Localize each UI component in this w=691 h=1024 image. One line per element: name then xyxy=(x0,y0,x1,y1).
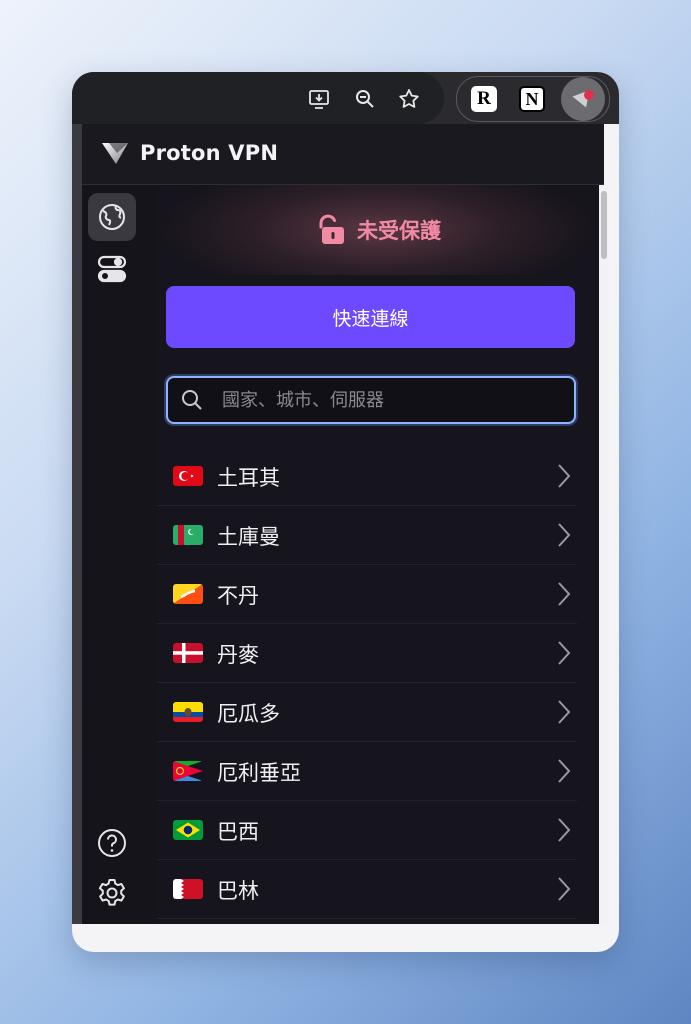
proton-vpn-extension-icon[interactable] xyxy=(561,77,605,121)
country-name: 土耳其 xyxy=(217,466,280,490)
search-icon xyxy=(182,390,202,410)
chevron-right-icon xyxy=(558,464,571,488)
popup-header: Proton VPN xyxy=(82,124,604,185)
connection-status: 未受保護 xyxy=(157,185,597,275)
nav-countries-button[interactable] xyxy=(88,193,136,241)
brand-name: Proton VPN xyxy=(140,141,279,165)
unlocked-lock-icon xyxy=(319,214,344,244)
install-app-icon[interactable] xyxy=(306,86,332,112)
ecuador-flag-icon xyxy=(173,702,203,722)
brazil-flag-icon xyxy=(173,820,203,840)
list-item[interactable]: 不丹 xyxy=(157,565,577,624)
turkmenistan-flag-icon xyxy=(173,525,203,545)
notion-extension-icon[interactable]: N xyxy=(519,86,545,112)
proton-logo-icon xyxy=(102,143,128,164)
brand: Proton VPN xyxy=(100,140,278,166)
country-list: 土耳其 土庫曼 不丹 丹麥 厄瓜多 厄利垂亞 巴西 巴林 xyxy=(157,447,577,919)
country-name: 厄利垂亞 xyxy=(217,761,301,785)
chevron-right-icon xyxy=(558,877,571,901)
gear-icon xyxy=(98,879,125,906)
country-name: 巴西 xyxy=(217,820,259,844)
zoom-out-icon[interactable] xyxy=(352,86,378,112)
toggles-icon xyxy=(97,255,127,283)
status-text: 未受保護 xyxy=(357,219,441,243)
country-name: 厄瓜多 xyxy=(217,702,280,726)
globe-icon xyxy=(99,204,125,230)
chevron-right-icon xyxy=(558,582,571,606)
nav-settings-toggles-button[interactable] xyxy=(88,245,136,293)
list-item[interactable]: 土耳其 xyxy=(157,447,577,506)
quick-connect-button[interactable]: 快速連線 xyxy=(166,286,575,348)
list-item[interactable]: 厄瓜多 xyxy=(157,683,577,742)
popup-scrollbar[interactable] xyxy=(599,185,609,924)
list-item[interactable]: 巴林 xyxy=(157,860,577,919)
popup-sidebar xyxy=(82,185,157,924)
popup-content: 未受保護 快速連線 土耳其 xyxy=(157,185,597,924)
extensions-group: R N xyxy=(456,76,610,122)
search-input[interactable] xyxy=(220,388,554,412)
denmark-flag-icon xyxy=(173,643,203,663)
bhutan-flag-icon xyxy=(173,584,203,604)
help-icon xyxy=(98,829,126,857)
eritrea-flag-icon xyxy=(173,761,203,781)
list-item[interactable]: 巴西 xyxy=(157,801,577,860)
r-extension-icon[interactable]: R xyxy=(471,86,497,112)
browser-side-edge xyxy=(72,124,82,924)
chevron-right-icon xyxy=(558,818,571,842)
address-bar[interactable] xyxy=(72,72,444,124)
help-button[interactable] xyxy=(88,819,136,867)
proton-vpn-popup: Proton VPN 未受保護 快速連線 國家、城市、伺服器 土耳其 土庫曼 不… xyxy=(82,124,609,924)
settings-button[interactable] xyxy=(88,869,136,917)
chevron-right-icon xyxy=(558,759,571,783)
list-item[interactable]: 丹麥 xyxy=(157,624,577,683)
list-item[interactable]: 厄利垂亞 xyxy=(157,742,577,801)
chevron-right-icon xyxy=(558,523,571,547)
browser-window: R N Proton VPN 未受保護 快速連線 國家、城市、伺服器 土耳其 土… xyxy=(72,72,619,952)
list-item[interactable]: 土庫曼 xyxy=(157,506,577,565)
country-name: 巴林 xyxy=(217,879,259,903)
turkey-flag-icon xyxy=(173,466,203,486)
search-box[interactable] xyxy=(166,376,576,424)
bahrain-flag-icon xyxy=(173,879,203,899)
scrollbar-thumb[interactable] xyxy=(601,191,607,259)
country-name: 丹麥 xyxy=(217,643,259,667)
chevron-right-icon xyxy=(558,700,571,724)
country-name: 土庫曼 xyxy=(217,525,280,549)
country-name: 不丹 xyxy=(217,584,259,608)
browser-toolbar: R N xyxy=(72,72,619,124)
chevron-right-icon xyxy=(558,641,571,665)
bookmark-star-icon[interactable] xyxy=(396,86,422,112)
